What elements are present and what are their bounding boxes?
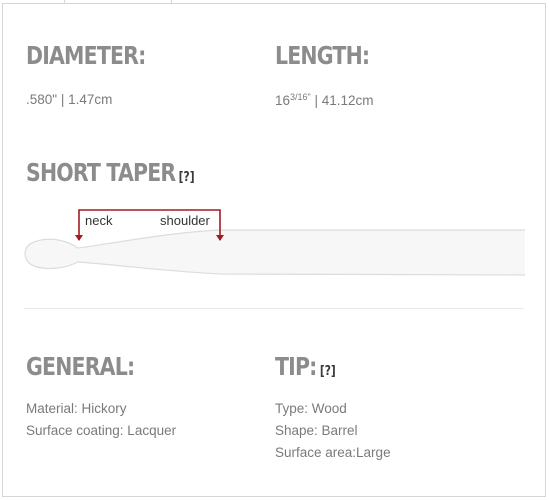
- length-fraction: 3/16": [290, 92, 311, 102]
- tip-surface-area: Surface area:Large: [275, 445, 391, 460]
- tip-heading: TIP: [?]: [275, 352, 336, 381]
- length-heading: LENGTH:: [275, 41, 370, 70]
- length-whole: 16: [275, 93, 291, 108]
- neck-label: neck: [85, 213, 113, 228]
- taper-label: SHORT TAPER: [26, 158, 176, 187]
- general-coating: Surface coating: Lacquer: [26, 423, 177, 438]
- tip-type: Type: Wood: [275, 401, 347, 416]
- neck-arrow-icon: [75, 235, 83, 241]
- tip-list: Type: Wood Shape: Barrel Surface area:La…: [275, 398, 391, 464]
- shoulder-label: shoulder: [160, 213, 211, 228]
- tip-help-link[interactable]: [?]: [320, 364, 336, 379]
- taper-help-link[interactable]: [?]: [179, 170, 195, 185]
- tip-label: TIP:: [275, 352, 317, 381]
- general-material: Material: Hickory: [26, 401, 127, 416]
- length-value: 163/16" | 41.12cm: [275, 92, 374, 108]
- taper-heading: SHORT TAPER [?]: [26, 158, 195, 187]
- general-list: Material: Hickory Surface coating: Lacqu…: [26, 398, 176, 442]
- diameter-heading: DIAMETER:: [26, 41, 146, 70]
- drumstick-outline: [24, 229, 526, 276]
- stick-diagram: neck shoulder: [24, 209, 526, 276]
- section-divider: [24, 308, 524, 309]
- diameter-value: .580" | 1.47cm: [26, 92, 113, 107]
- general-heading: GENERAL:: [26, 352, 135, 381]
- tip-shape: Shape: Barrel: [275, 423, 358, 438]
- length-rest: | 41.12cm: [310, 93, 374, 108]
